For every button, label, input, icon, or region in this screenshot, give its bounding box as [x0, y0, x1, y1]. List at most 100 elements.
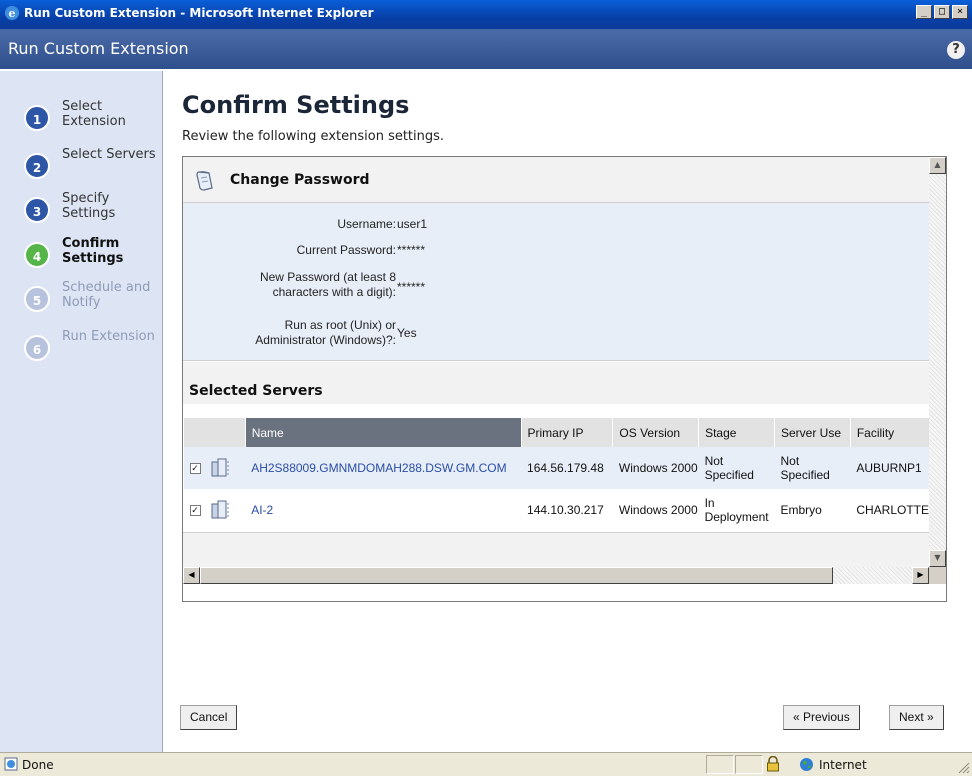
- setting-label: New Password (at least 8 characters with…: [259, 270, 396, 299]
- scroll-script-icon: [196, 171, 213, 191]
- setting-value: ******: [397, 280, 426, 294]
- column-header-stage[interactable]: Stage: [698, 418, 775, 447]
- vertical-scrollbar[interactable]: ▲ ▼: [929, 157, 946, 567]
- app-title: Run Custom Extension: [8, 39, 189, 58]
- server-icon: [211, 458, 229, 477]
- column-header-primary-ip[interactable]: Primary IP: [520, 418, 613, 447]
- table-row: ✓ AH2S88009.GMNMDOMAH288.DSW.GM.COM 164.…: [183, 447, 929, 489]
- help-icon[interactable]: ?: [947, 41, 965, 59]
- window-title: Run Custom Extension - Microsoft Interne…: [24, 6, 374, 20]
- setting-value: Yes: [397, 326, 417, 340]
- resize-grip-icon[interactable]: [956, 760, 970, 774]
- settings-list: Username: user1 Current Password: ******…: [183, 203, 929, 361]
- os-version-cell: Windows 2000: [612, 489, 699, 531]
- status-bar: Done Internet: [0, 752, 972, 776]
- server-name-link[interactable]: AI-2: [251, 503, 273, 517]
- scroll-right-button[interactable]: ▶: [912, 567, 929, 584]
- scroll-up-button[interactable]: ▲: [929, 157, 946, 174]
- globe-icon: [800, 758, 813, 771]
- step-number: 3: [24, 197, 50, 223]
- step-number: 1: [24, 105, 50, 131]
- step-number: 2: [24, 153, 50, 179]
- page-title: Confirm Settings: [182, 91, 410, 119]
- status-panel: [735, 755, 763, 774]
- row-checkbox[interactable]: ✓: [189, 504, 201, 516]
- maximize-button[interactable]: □: [934, 5, 950, 19]
- table-row: ✓ AI-2 144.10.30.217 Windows 2000 In Dep…: [183, 489, 929, 531]
- change-password-header: Change Password: [183, 157, 929, 203]
- table-footer: [183, 532, 929, 567]
- setting-value: ******: [397, 243, 426, 257]
- column-header-name[interactable]: Name: [244, 418, 522, 447]
- step-label: Select Servers: [62, 147, 156, 162]
- primary-ip-cell: 144.10.30.217: [521, 489, 613, 531]
- next-button[interactable]: Next »: [889, 705, 944, 730]
- step-confirm-settings: 4 Confirm Settings: [24, 236, 164, 278]
- horizontal-scroll-thumb[interactable]: [200, 567, 833, 584]
- stage-cell: Not Specified: [698, 447, 775, 489]
- column-header-server-use[interactable]: Server Use: [773, 418, 851, 447]
- step-select-servers[interactable]: 2 Select Servers: [24, 147, 164, 189]
- servers-table: Name Primary IP OS Version Stage Server …: [183, 418, 929, 531]
- horizontal-scrollbar[interactable]: ◀ ▶: [183, 567, 929, 584]
- internet-explorer-icon: e: [5, 6, 19, 20]
- scroll-corner: [929, 567, 946, 584]
- minimize-button[interactable]: _: [916, 5, 932, 19]
- row-select-cell: ✓: [183, 447, 246, 489]
- server-use-cell: Not Specified: [774, 447, 851, 489]
- server-name-link[interactable]: AH2S88009.GMNMDOMAH288.DSW.GM.COM: [251, 461, 506, 475]
- step-select-extension[interactable]: 1 Select Extension: [24, 99, 164, 141]
- page-done-icon: [4, 757, 18, 771]
- wizard-steps: 1 Select Extension 2 Select Servers 3 Sp…: [0, 71, 163, 752]
- server-icon: [211, 500, 229, 519]
- primary-ip-cell: 164.56.179.48: [521, 447, 613, 489]
- step-number: 4: [24, 242, 50, 268]
- column-header-facility[interactable]: Facility: [849, 418, 929, 447]
- step-label: Run Extension: [62, 329, 155, 344]
- svg-text:e: e: [9, 7, 16, 20]
- close-button[interactable]: ×: [952, 5, 968, 19]
- step-label: Specify Settings: [62, 191, 116, 221]
- setting-label: Username:: [337, 217, 396, 231]
- status-text: Done: [22, 758, 54, 772]
- table-header-row: Name Primary IP OS Version Stage Server …: [183, 418, 929, 447]
- setting-value: user1: [397, 217, 428, 231]
- app-header: Run Custom Extension ?: [0, 29, 972, 71]
- cancel-button[interactable]: Cancel: [180, 705, 238, 730]
- stage-cell: In Deployment: [698, 489, 775, 531]
- security-zone: Internet: [819, 758, 867, 772]
- settings-content: Change Password Username: user1 Current …: [183, 157, 929, 567]
- step-number: 5: [24, 286, 50, 312]
- server-name-cell: AI-2: [245, 489, 522, 531]
- change-password-title: Change Password: [230, 172, 370, 188]
- step-label: Schedule and Notify: [62, 280, 151, 310]
- settings-scroll-frame: Change Password Username: user1 Current …: [182, 156, 947, 602]
- scroll-down-button[interactable]: ▼: [929, 550, 946, 567]
- row-checkbox[interactable]: ✓: [189, 462, 201, 474]
- main-content: Confirm Settings Review the following ex…: [164, 71, 972, 752]
- window-titlebar: e Run Custom Extension - Microsoft Inter…: [0, 0, 972, 29]
- os-version-cell: Windows 2000: [612, 447, 699, 489]
- facility-cell: CHARLOTTE: [850, 489, 929, 531]
- server-name-cell: AH2S88009.GMNMDOMAH288.DSW.GM.COM: [245, 447, 522, 489]
- selected-servers-header: Selected Servers: [183, 362, 929, 404]
- column-header-os-version[interactable]: OS Version: [612, 418, 699, 447]
- page-subtitle: Review the following extension settings.: [182, 129, 445, 144]
- facility-cell: AUBURNP1: [850, 447, 929, 489]
- step-specify-settings[interactable]: 3 Specify Settings: [24, 191, 164, 233]
- step-label: Select Extension: [62, 99, 126, 129]
- lock-icon: [767, 756, 779, 772]
- status-panel: [706, 755, 734, 774]
- server-use-cell: Embryo: [774, 489, 851, 531]
- column-header-select: [183, 418, 246, 447]
- previous-button[interactable]: « Previous: [783, 705, 860, 730]
- window-controls: _ □ ×: [916, 5, 968, 19]
- selected-servers-title: Selected Servers: [189, 383, 323, 399]
- setting-label: Current Password:: [296, 243, 396, 257]
- step-schedule-and-notify: 5 Schedule and Notify: [24, 280, 164, 322]
- step-number: 6: [24, 335, 50, 361]
- setting-label: Run as root (Unix) or Administrator (Win…: [255, 318, 396, 347]
- row-select-cell: ✓: [183, 489, 246, 531]
- scroll-left-button[interactable]: ◀: [183, 567, 200, 584]
- step-label: Confirm Settings: [62, 236, 124, 266]
